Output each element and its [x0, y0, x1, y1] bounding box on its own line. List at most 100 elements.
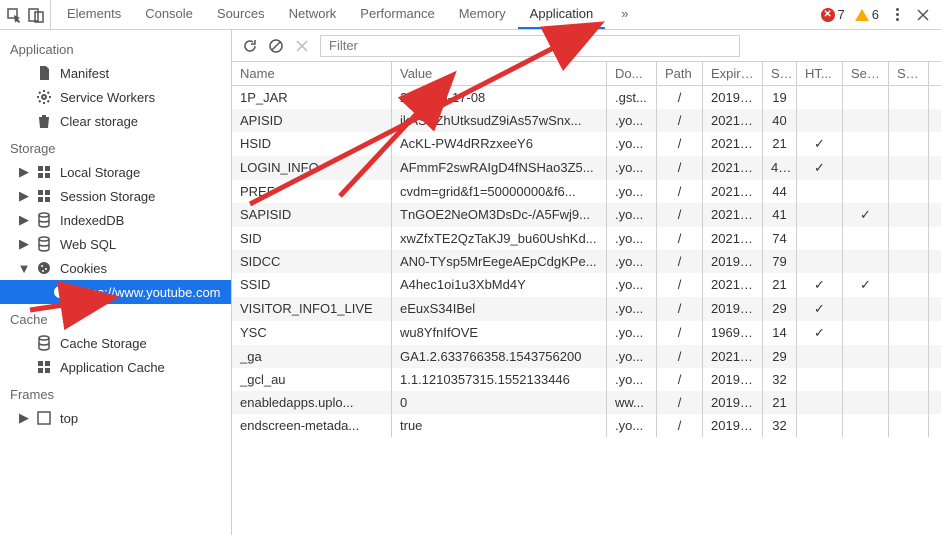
- cell: /: [657, 368, 703, 391]
- cell: [889, 180, 929, 203]
- table-header: NameValueDo...PathExpire...S...HT...Sec.…: [232, 62, 941, 86]
- cell: 21: [763, 273, 797, 297]
- table-row[interactable]: 1P_JAR2019-03-17-08.gst.../2019-...19: [232, 86, 941, 109]
- cell: 2019-...: [703, 86, 763, 109]
- grid-icon: [36, 188, 52, 204]
- cell: 2019-...: [703, 414, 763, 437]
- cell: /: [657, 156, 703, 180]
- col-name[interactable]: Name: [232, 62, 392, 85]
- table-row[interactable]: enabledapps.uplo...0ww.../2019-...21: [232, 391, 941, 414]
- error-icon: ✕: [821, 8, 835, 22]
- table-row[interactable]: SAPISIDTnGOE2NeOM3DsDc-/A5Fwj9....yo.../…: [232, 203, 941, 227]
- cell: [843, 368, 889, 391]
- cell: [797, 180, 843, 203]
- cell: .yo...: [607, 227, 657, 250]
- refresh-icon[interactable]: [242, 38, 258, 54]
- db-icon: [36, 236, 52, 252]
- sidebar-item-web-sql[interactable]: ▶Web SQL: [0, 232, 231, 256]
- cell: .yo...: [607, 250, 657, 273]
- table-row[interactable]: SIDxwZfxTE2QzTaKJ9_bu60UshKd....yo.../20…: [232, 227, 941, 250]
- tab-elements[interactable]: Elements: [55, 0, 133, 29]
- inspect-element-icon[interactable]: [6, 7, 22, 23]
- cell: 19: [763, 86, 797, 109]
- sidebar-item-label: Web SQL: [60, 237, 116, 252]
- cell: .yo...: [607, 156, 657, 180]
- cell: .yo...: [607, 203, 657, 227]
- error-count[interactable]: ✕ 7: [821, 7, 845, 22]
- delete-icon[interactable]: [294, 38, 310, 54]
- tab-application[interactable]: Application: [518, 0, 606, 29]
- sidebar-item-application-cache[interactable]: Application Cache: [0, 355, 231, 379]
- col-expire[interactable]: Expire...: [703, 62, 763, 85]
- sidebar-item-cache-storage[interactable]: Cache Storage: [0, 331, 231, 355]
- table-row[interactable]: _gaGA1.2.633766358.1543756200.yo.../2021…: [232, 345, 941, 368]
- cell: /: [657, 132, 703, 156]
- tab-network[interactable]: Network: [277, 0, 349, 29]
- sidebar-item-local-storage[interactable]: ▶Local Storage: [0, 160, 231, 184]
- filter-input[interactable]: [320, 35, 740, 57]
- db-icon: [36, 212, 52, 228]
- sidebar-item-top[interactable]: ▶top: [0, 406, 231, 430]
- cell: .yo...: [607, 109, 657, 132]
- close-icon[interactable]: [915, 7, 931, 23]
- tab-console[interactable]: Console: [133, 0, 205, 29]
- warning-count[interactable]: 6: [855, 7, 879, 22]
- col-value[interactable]: Value: [392, 62, 607, 85]
- clear-all-icon[interactable]: [268, 38, 284, 54]
- twisty-icon: ▶: [20, 188, 28, 204]
- cell: .gst...: [607, 86, 657, 109]
- cell: ✓: [797, 273, 843, 297]
- table-row[interactable]: _gcl_au1.1.1210357315.1552133446.yo.../2…: [232, 368, 941, 391]
- sidebar-item-label: IndexedDB: [60, 213, 124, 228]
- cell: [843, 132, 889, 156]
- table-row[interactable]: YSCwu8YfnIfOVE.yo.../1969-...14✓: [232, 321, 941, 345]
- tab-sources[interactable]: Sources: [205, 0, 277, 29]
- sidebar-item-indexeddb[interactable]: ▶ IndexedDB: [0, 208, 231, 232]
- table-row[interactable]: SSIDA4hec1oi1u3XbMd4Y.yo.../2021-...21✓✓: [232, 273, 941, 297]
- sidebar-item-cookies[interactable]: ▼Cookies: [0, 256, 231, 280]
- cell: [889, 414, 929, 437]
- sidebar-item-label: Application Cache: [60, 360, 165, 375]
- sidebar-item-clear-storage[interactable]: Clear storage: [0, 109, 231, 133]
- cell: /: [657, 227, 703, 250]
- table-row[interactable]: endscreen-metada...true.yo.../2019-...32: [232, 414, 941, 437]
- table-row[interactable]: SIDCCAN0-TYsp5MrEegeAEpCdgKPe....yo.../2…: [232, 250, 941, 273]
- device-toggle-icon[interactable]: [28, 7, 44, 23]
- col-ht[interactable]: HT...: [797, 62, 843, 85]
- sidebar-item-service-workers[interactable]: Service Workers: [0, 85, 231, 109]
- col-sa[interactable]: Sa...: [889, 62, 929, 85]
- cell: [889, 345, 929, 368]
- cell: ✓: [797, 132, 843, 156]
- tab-performance[interactable]: Performance: [348, 0, 446, 29]
- table-row[interactable]: PREFcvdm=grid&f1=50000000&f6....yo.../20…: [232, 180, 941, 203]
- warning-number: 6: [872, 7, 879, 22]
- cell: /: [657, 345, 703, 368]
- col-s[interactable]: S...: [763, 62, 797, 85]
- cell: ✓: [797, 297, 843, 321]
- sidebar-item-https-www-youtube-com[interactable]: https://www.youtube.com: [0, 280, 231, 304]
- cell: 32: [763, 414, 797, 437]
- table-row[interactable]: APISIDikASAZhUtksudZ9iAs57wSnx....yo.../…: [232, 109, 941, 132]
- cell: AcKL-PW4dRRzxeeY6: [392, 132, 607, 156]
- sidebar-item-manifest[interactable]: Manifest: [0, 61, 231, 85]
- col-do[interactable]: Do...: [607, 62, 657, 85]
- cell: 40: [763, 109, 797, 132]
- cell: 2021-...: [703, 156, 763, 180]
- tabs-overflow[interactable]: »: [609, 0, 640, 29]
- table-row[interactable]: LOGIN_INFOAFmmF2swRAIgD4fNSHao3Z5....yo.…: [232, 156, 941, 180]
- sidebar-item-session-storage[interactable]: ▶Session Storage: [0, 184, 231, 208]
- kebab-menu-icon[interactable]: [889, 8, 905, 21]
- cell: [797, 368, 843, 391]
- twisty-icon: ▶: [20, 212, 28, 228]
- cell: .yo...: [607, 414, 657, 437]
- cell: LOGIN_INFO: [232, 156, 392, 180]
- col-sec[interactable]: Sec...: [843, 62, 889, 85]
- cell: .yo...: [607, 132, 657, 156]
- table-row[interactable]: VISITOR_INFO1_LIVEeEuxS34IBel.yo.../2019…: [232, 297, 941, 321]
- cell: SAPISID: [232, 203, 392, 227]
- tab-memory[interactable]: Memory: [447, 0, 518, 29]
- twisty-icon: ▼: [20, 261, 28, 276]
- col-path[interactable]: Path: [657, 62, 703, 85]
- cell: 29: [763, 297, 797, 321]
- table-row[interactable]: HSIDAcKL-PW4dRRzxeeY6.yo.../2021-...21✓: [232, 132, 941, 156]
